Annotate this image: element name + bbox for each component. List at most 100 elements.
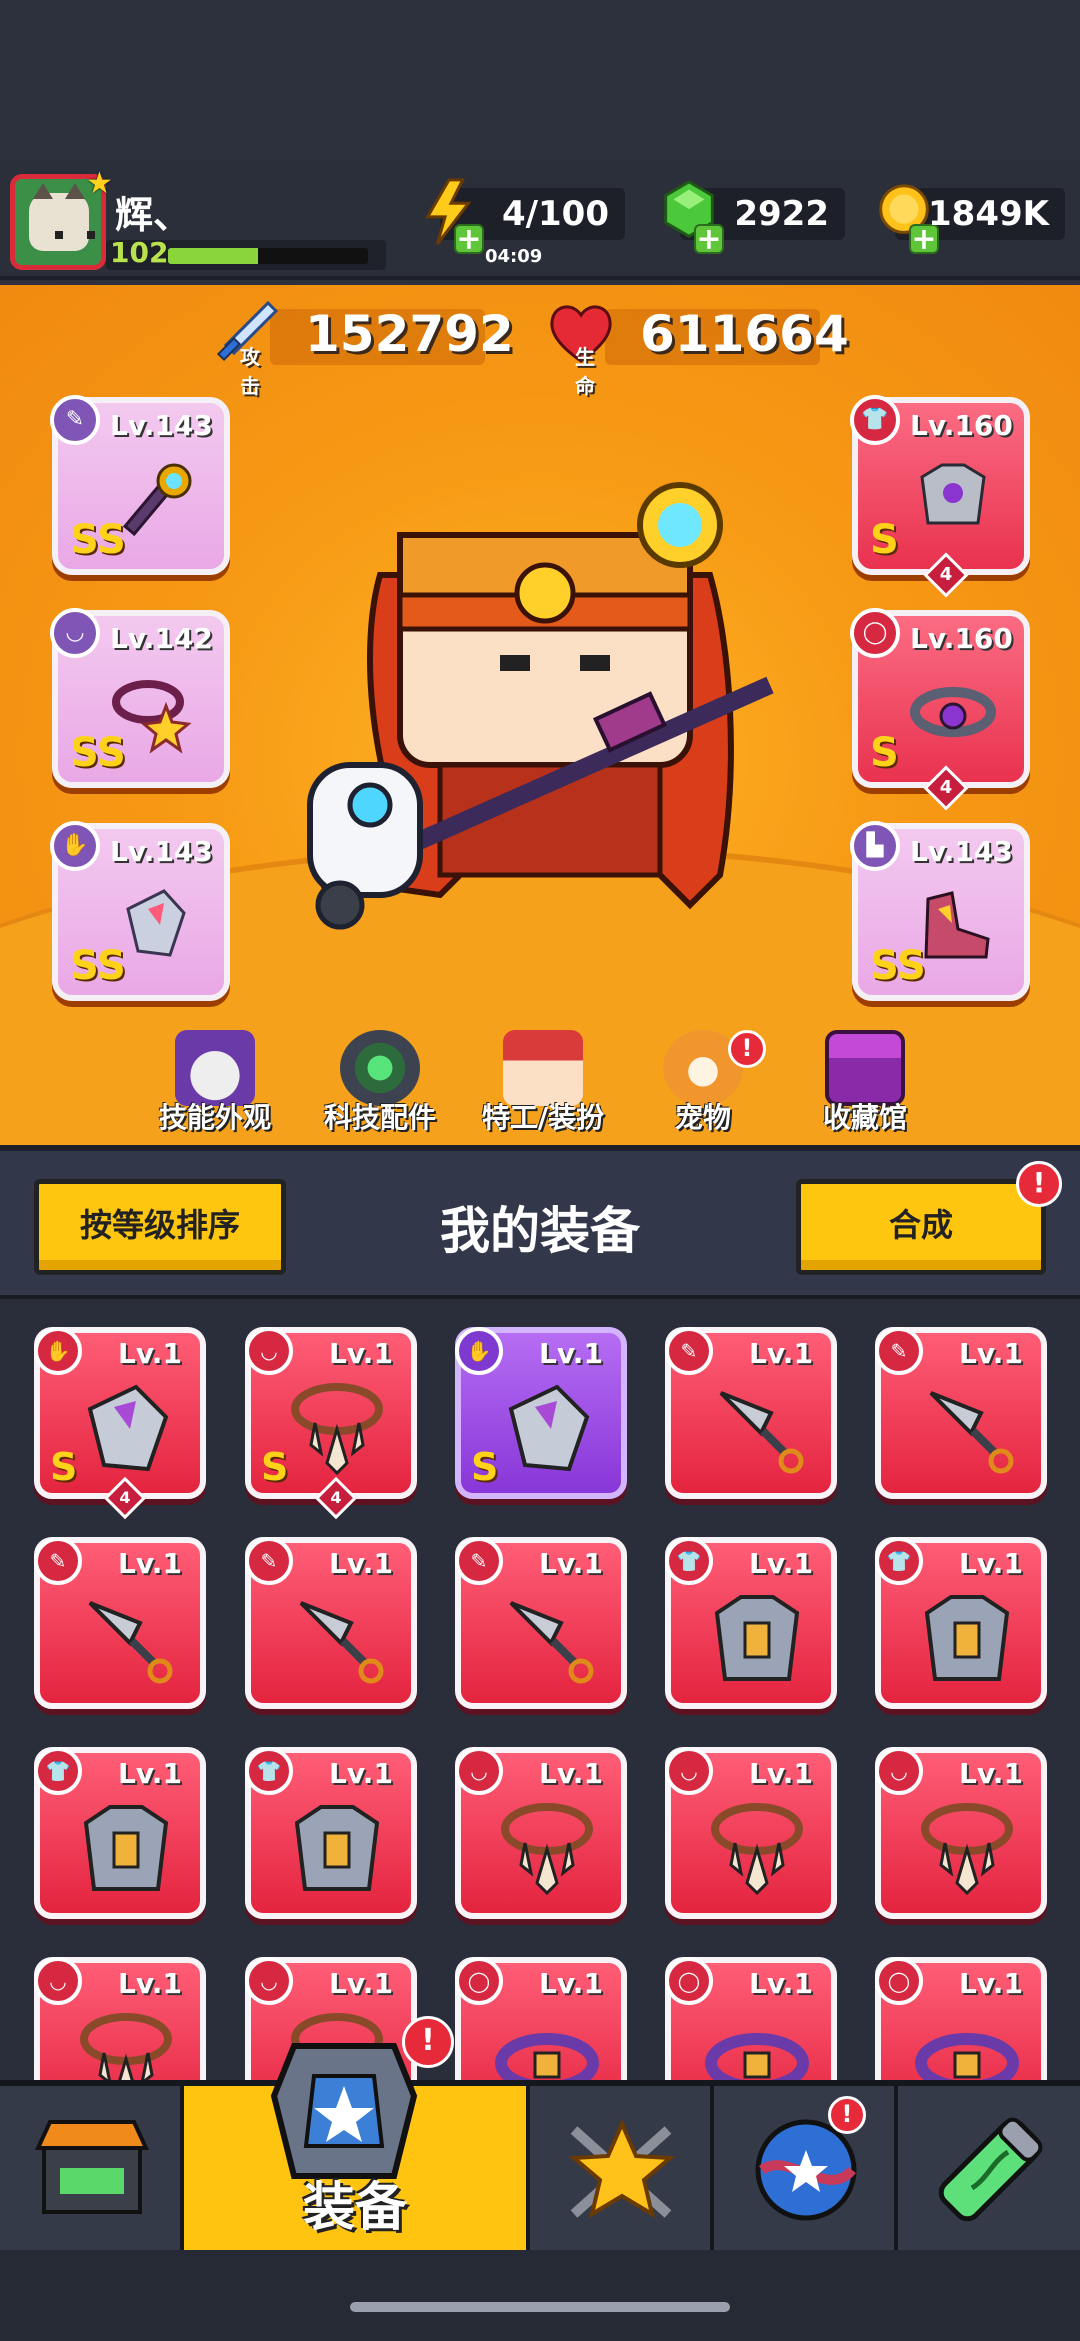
my-equipment-title: 我的装备 bbox=[440, 1202, 640, 1260]
gem-value: 2922 bbox=[734, 194, 829, 234]
nav-tab-planet[interactable]: ! bbox=[714, 2086, 898, 2250]
menu-agent-costume[interactable]: 特工/装扮 bbox=[468, 1030, 618, 1136]
inventory-item-weapon[interactable]: ✎ Lv.1 bbox=[455, 1537, 627, 1709]
home-indicator[interactable] bbox=[350, 2302, 730, 2312]
sort-by-level-button[interactable]: 按等级排序 bbox=[34, 1179, 286, 1275]
inventory-item-weapon[interactable]: ✎ Lv.1 bbox=[245, 1537, 417, 1709]
dagger-icon bbox=[299, 1601, 384, 1684]
slot-rank: S bbox=[870, 730, 899, 776]
inventory-item-weapon[interactable]: ✎ Lv.1 bbox=[875, 1327, 1047, 1499]
inventory-item-gloves[interactable]: ✋ Lv.1 S bbox=[455, 1327, 627, 1499]
gauntlet-icon bbox=[87, 1384, 169, 1472]
bottom-nav: 装备 ! ! bbox=[0, 2016, 1080, 2250]
item-level: Lv.1 bbox=[749, 1337, 813, 1370]
item-level: Lv.1 bbox=[329, 1547, 393, 1580]
xp-bar-fill bbox=[168, 248, 258, 264]
item-level: Lv.1 bbox=[329, 1757, 393, 1790]
inventory-item-armor[interactable]: 👕 Lv.1 bbox=[875, 1537, 1047, 1709]
inventory-item-gloves[interactable]: ✋ Lv.1 S 4 bbox=[34, 1327, 206, 1520]
menu-tech-parts[interactable]: 科技配件 bbox=[305, 1030, 455, 1136]
talent-star-icon bbox=[568, 2119, 676, 2219]
attack-label: 攻击 bbox=[240, 345, 260, 398]
energy-value: 4/100 bbox=[501, 194, 609, 234]
inventory-item-necklace[interactable]: ◡ Lv.1 bbox=[875, 1747, 1047, 1919]
armor-icon bbox=[83, 1805, 169, 1891]
weapon-type-icon: ✎ bbox=[50, 395, 100, 445]
nav-tab-talent[interactable] bbox=[530, 2086, 714, 2250]
energy-counter[interactable]: + 4/100 04:09 bbox=[425, 178, 625, 267]
gloves-type-icon: ✋ bbox=[50, 821, 100, 871]
star-count-badge: 4 bbox=[923, 765, 969, 811]
inventory-item-armor[interactable]: 👕 Lv.1 bbox=[34, 1747, 206, 1919]
necklace-type-icon: ◡ bbox=[875, 1747, 923, 1795]
slot-level: Lv.160 bbox=[910, 622, 1013, 655]
gold-counter[interactable]: + 1849K bbox=[879, 184, 1065, 255]
slot-level: Lv.143 bbox=[110, 835, 213, 868]
belt-type-icon: ◯ bbox=[875, 1957, 923, 2005]
slot-level: Lv.142 bbox=[110, 622, 213, 655]
belt-icon bbox=[705, 2033, 809, 2085]
menu-skill-skin[interactable]: 技能外观 bbox=[140, 1030, 290, 1136]
nav-tab-equipment[interactable]: 装备 ! bbox=[184, 2016, 530, 2250]
energy-timer: 04:09 bbox=[485, 246, 543, 267]
equipped-belt-slot[interactable]: ◯ Lv.160 S 4 bbox=[850, 608, 1030, 811]
necklace-type-icon: ◡ bbox=[50, 608, 100, 658]
player-name: 辉、 bbox=[115, 193, 192, 237]
item-level: Lv.1 bbox=[118, 1757, 182, 1790]
merge-button[interactable]: 合成 bbox=[796, 1179, 1046, 1275]
hero-panel: 攻击 152792 生命 611664 ✎ Lv.143 SS ◡ Lv.142 bbox=[0, 285, 1080, 1145]
equipped-boots-slot[interactable]: ▙ Lv.143 SS bbox=[850, 821, 1030, 1001]
inventory-item-necklace[interactable]: ◡ Lv.1 bbox=[34, 1957, 206, 2085]
equipped-weapon-slot[interactable]: ✎ Lv.143 SS bbox=[50, 395, 230, 575]
belt-icon bbox=[495, 2033, 599, 2085]
inventory-item-armor[interactable]: 👕 Lv.1 bbox=[245, 1747, 417, 1919]
necklace-type-icon: ◡ bbox=[455, 1747, 503, 1795]
necklace-icon bbox=[711, 1803, 803, 1896]
inventory-item-armor[interactable]: 👕 Lv.1 bbox=[665, 1537, 837, 1709]
inventory-item-belt[interactable]: ◯ Lv.1 bbox=[455, 1957, 627, 2085]
gem-counter[interactable]: + 2922 bbox=[664, 180, 845, 255]
nav-tab-dna[interactable] bbox=[898, 2086, 1080, 2250]
inventory-item-weapon[interactable]: ✎ Lv.1 bbox=[665, 1327, 837, 1499]
add-energy-button[interactable]: + bbox=[454, 224, 484, 255]
inventory-item-weapon[interactable]: ✎ Lv.1 bbox=[34, 1537, 206, 1709]
weapon-type-icon: ✎ bbox=[875, 1327, 923, 1375]
add-gems-button[interactable]: + bbox=[694, 224, 724, 255]
necklace-type-icon: ◡ bbox=[245, 1327, 293, 1375]
inventory-item-necklace[interactable]: ◡ Lv.1 bbox=[455, 1747, 627, 1919]
dna-capsule-icon bbox=[938, 2117, 1043, 2222]
inventory-item-necklace[interactable]: ◡ Lv.1 bbox=[665, 1747, 837, 1919]
skin-icon bbox=[175, 1030, 255, 1106]
shop-icon bbox=[34, 2120, 150, 2214]
item-rank: S bbox=[471, 1445, 499, 1489]
inventory-item-belt[interactable]: ◯ Lv.1 bbox=[665, 1957, 837, 2085]
equipped-necklace-slot[interactable]: ◡ Lv.142 SS bbox=[50, 608, 230, 788]
nav-label-equipment: 装备 bbox=[302, 2178, 407, 2238]
menu-collection[interactable]: 收藏馆 bbox=[790, 1030, 940, 1136]
hero-character[interactable] bbox=[300, 465, 780, 985]
dagger-icon bbox=[88, 1601, 173, 1684]
equipped-armor-slot[interactable]: 👕 Lv.160 S 4 bbox=[850, 395, 1030, 598]
planet-alert-badge: ! bbox=[828, 2096, 866, 2134]
item-level: Lv.1 bbox=[959, 1757, 1023, 1790]
necklace-icon bbox=[291, 1383, 383, 1476]
slot-rank: SS bbox=[70, 943, 126, 989]
menu-pet[interactable]: 宠物 ! bbox=[628, 1030, 778, 1136]
nav-tab-shop[interactable] bbox=[0, 2086, 184, 2250]
item-level: Lv.1 bbox=[959, 1967, 1023, 2000]
belt-type-icon: ◯ bbox=[665, 1957, 713, 2005]
item-level: Lv.1 bbox=[539, 1337, 603, 1370]
inventory-item-necklace[interactable]: ◡ Lv.1 S 4 bbox=[245, 1327, 417, 1520]
slot-rank: S bbox=[870, 517, 899, 563]
status-bar: ★ 辉、 102 + 4/100 04:09 + 2922 + 1849K bbox=[0, 160, 1080, 280]
item-level: Lv.1 bbox=[118, 1967, 182, 2000]
item-level: Lv.1 bbox=[749, 1547, 813, 1580]
inventory-grid: ✋ Lv.1 S 4 ◡ Lv.1 S 4 ✋ Lv.1 S ✎ Lv.1 ✎ Lv.1 ✎ Lv.1 ✎ Lv.1… bbox=[0, 1295, 1080, 2085]
item-level: Lv.1 bbox=[539, 1967, 603, 2000]
inventory-item-belt[interactable]: ◯ Lv.1 bbox=[875, 1957, 1047, 2085]
pet-alert-badge: ! bbox=[728, 1030, 766, 1068]
belt-type-icon: ◯ bbox=[455, 1957, 503, 2005]
item-rank: S bbox=[261, 1445, 289, 1489]
equipped-gloves-slot[interactable]: ✋ Lv.143 SS bbox=[50, 821, 230, 1001]
star-count-badge: 4 bbox=[923, 552, 969, 598]
